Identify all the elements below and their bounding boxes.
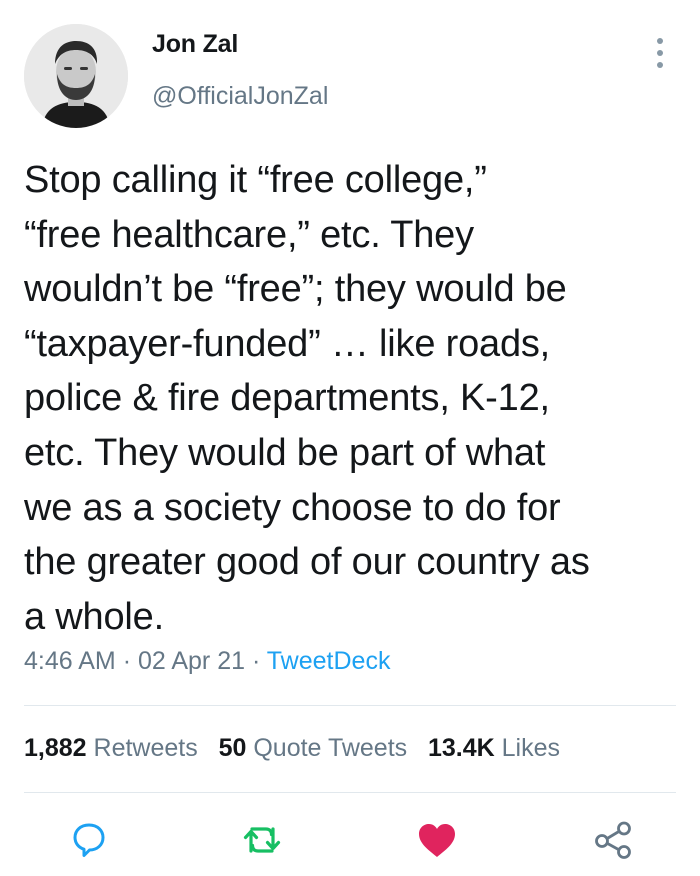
reply-bubble-icon (73, 823, 105, 857)
quote-tweets-count: 50 (218, 734, 247, 762)
likes-count: 13.4K (427, 734, 495, 762)
retweets-label: Retweets (93, 734, 198, 762)
tweet-text: Stop calling it “free college,” “free he… (24, 153, 684, 644)
tweet-date[interactable]: 02 Apr 21 (138, 647, 245, 675)
tweet-text-line: the greater good of our country as (24, 541, 590, 584)
divider (24, 705, 676, 706)
tweet-text-line: police & fire departments, K-12, (24, 377, 550, 420)
tweet-source-link[interactable]: TweetDeck (267, 647, 391, 675)
quote-tweets-label: Quote Tweets (253, 734, 408, 762)
share-button[interactable] (588, 815, 638, 865)
tweet-text-line: “free healthcare,” etc. They (24, 213, 474, 256)
more-dot-icon (657, 38, 663, 44)
retweet-arrows-icon (243, 827, 281, 853)
tweet-text-line: “taxpayer-funded” … like roads, (24, 322, 551, 365)
more-dot-icon (657, 50, 663, 56)
avatar[interactable] (24, 24, 128, 128)
heart-icon (419, 824, 455, 857)
tweet-text-line: a whole. (24, 595, 164, 638)
likes-label: Likes (501, 734, 561, 762)
meta-separator: · (122, 647, 132, 675)
reply-button[interactable] (64, 815, 114, 865)
meta-separator: · (251, 647, 261, 675)
tweet-text-line: etc. They would be part of what (24, 431, 546, 474)
engagement-stats: 1,882 Retweets 50 Quote Tweets 13.4K Lik… (24, 734, 560, 763)
tweet-time[interactable]: 4:46 AM (24, 647, 116, 675)
action-bar (0, 815, 700, 865)
likes-stat[interactable]: 13.4K Likes (428, 734, 560, 762)
retweets-count: 1,882 (24, 734, 87, 762)
author-display-name[interactable]: Jon Zal (152, 30, 238, 59)
author-handle[interactable]: @OfficialJonZal (152, 82, 328, 111)
more-options-button[interactable] (646, 36, 674, 70)
retweets-stat[interactable]: 1,882 Retweets (24, 734, 198, 762)
tweet-meta: 4:46 AM · 02 Apr 21 · TweetDeck (24, 647, 390, 676)
like-button[interactable] (412, 815, 462, 865)
share-nodes-icon (595, 821, 631, 859)
quote-tweets-stat[interactable]: 50 Quote Tweets (219, 734, 408, 762)
tweet-text-line: Stop calling it “free college,” (24, 159, 487, 201)
tweet-text-line: wouldn’t be “free”; they would be (24, 268, 567, 311)
retweet-button[interactable] (237, 815, 287, 865)
tweet-text-line: we as a society choose to do for (24, 486, 561, 529)
tweet-card: Jon Zal @OfficialJonZal Stop calling it … (0, 0, 700, 876)
avatar-photo-icon (24, 24, 128, 128)
more-dot-icon (657, 62, 663, 68)
divider (24, 792, 676, 793)
